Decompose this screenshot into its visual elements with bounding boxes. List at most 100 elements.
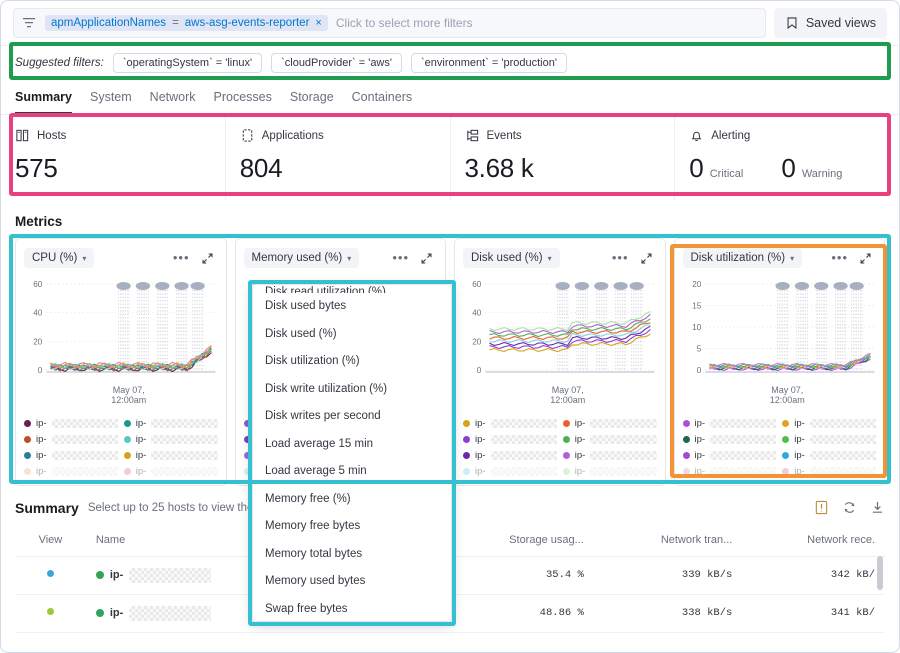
- legend-swatch: [123, 435, 131, 443]
- tab-containers[interactable]: Containers: [352, 80, 412, 114]
- chart-legend-0: ip-ip-ip-ip-ip-ip-ip-ip-: [24, 418, 218, 477]
- alert-icon[interactable]: [814, 500, 829, 515]
- legend-item[interactable]: ip-: [562, 434, 657, 445]
- legend-label: ip-: [794, 449, 805, 461]
- legend-redacted-name: [151, 434, 218, 444]
- tab-system[interactable]: System: [90, 80, 132, 114]
- legend-item[interactable]: ip-: [782, 450, 876, 461]
- metric-select-0[interactable]: CPU (%) ▾: [24, 248, 95, 268]
- legend-item[interactable]: ip-: [682, 433, 777, 445]
- metric-select-1[interactable]: Memory used (%) ▾: [243, 248, 360, 268]
- chart-more-icon[interactable]: •••: [612, 251, 629, 264]
- metric-option-8[interactable]: Memory free bytes: [253, 513, 451, 541]
- metric-option-3[interactable]: Disk write utilization (%): [253, 376, 451, 404]
- metric-select-2[interactable]: Disk used (%) ▾: [463, 248, 560, 268]
- legend-redacted-name: [51, 450, 118, 460]
- legend-swatch: [562, 419, 570, 427]
- metric-option-10[interactable]: Memory used bytes: [253, 568, 451, 596]
- kpi-hosts-label: Hosts: [37, 129, 67, 142]
- legend-item[interactable]: ip-: [562, 450, 657, 461]
- column-storage[interactable]: Storage usag...: [440, 527, 594, 557]
- legend-item[interactable]: ip-: [123, 450, 218, 461]
- metric-option-2[interactable]: Disk utilization (%): [253, 348, 451, 376]
- legend-swatch: [123, 451, 131, 459]
- column-view[interactable]: View: [15, 527, 86, 557]
- legend-item[interactable]: ip-: [562, 418, 657, 429]
- metric-option-11[interactable]: Swap free bytes: [253, 596, 451, 621]
- metric-option-0[interactable]: Disk used bytes: [253, 293, 451, 321]
- expand-icon[interactable]: [859, 252, 872, 265]
- metric-option-9[interactable]: Memory total bytes: [253, 541, 451, 569]
- legend-label: ip-: [694, 433, 706, 445]
- saved-views-button[interactable]: Saved views: [773, 8, 887, 38]
- legend-item[interactable]: ip-: [24, 450, 118, 461]
- metric-option-partial[interactable]: Disk read utilization (%): [253, 285, 451, 293]
- suggested-filter-chip-1[interactable]: `cloudProvider` = 'aws': [271, 53, 402, 73]
- metric-option-1[interactable]: Disk used (%): [253, 321, 451, 349]
- legend-item[interactable]: ip-: [463, 418, 557, 429]
- tab-network[interactable]: Network: [150, 80, 196, 114]
- query-input[interactable]: apmApplicationNames = aws-asg-events-rep…: [13, 8, 766, 38]
- expand-icon[interactable]: [640, 252, 653, 265]
- column-name[interactable]: Name: [85, 527, 222, 557]
- download-icon[interactable]: [870, 500, 885, 515]
- tab-processes[interactable]: Processes: [214, 80, 272, 114]
- legend-item[interactable]: ip-: [782, 466, 876, 477]
- legend-item[interactable]: ip-: [782, 434, 876, 445]
- legend-item[interactable]: ip-: [562, 465, 657, 477]
- expand-icon[interactable]: [201, 252, 214, 265]
- legend-item[interactable]: ip-: [682, 449, 777, 461]
- filter-pill[interactable]: apmApplicationNames = aws-asg-events-rep…: [45, 15, 328, 31]
- legend-item[interactable]: ip-: [682, 466, 777, 477]
- svg-text:60: 60: [472, 280, 482, 289]
- view-dot-icon: [46, 570, 54, 578]
- metric-option-7[interactable]: Memory free (%): [253, 486, 451, 514]
- infrastructure-inventory-app: apmApplicationNames = aws-asg-events-rep…: [0, 0, 900, 653]
- chart-x-axis-label-3: May 07, 12:00am: [769, 385, 805, 406]
- metric-select-dropdown[interactable]: Disk read utilization (%) Disk used bytes…: [252, 284, 452, 622]
- svg-text:0: 0: [38, 366, 43, 375]
- legend-redacted-name: [809, 466, 876, 476]
- row-name-cell[interactable]: ip-: [85, 556, 222, 595]
- legend-item[interactable]: ip-: [24, 466, 118, 477]
- row-name-cell[interactable]: ip-: [85, 594, 222, 633]
- legend-item[interactable]: ip-: [463, 466, 557, 477]
- legend-redacted-name: [490, 466, 557, 476]
- kpi-events-value: 3.68 k: [464, 153, 534, 183]
- expand-icon[interactable]: [420, 252, 433, 265]
- legend-label: ip-: [694, 449, 706, 461]
- column-network-rx[interactable]: Network rece.: [742, 527, 885, 557]
- legend-swatch: [463, 419, 470, 427]
- legend-item[interactable]: ip-: [24, 418, 118, 429]
- chart-more-icon[interactable]: •••: [392, 251, 409, 264]
- row-view-cell[interactable]: [15, 556, 86, 595]
- legend-item[interactable]: ip-: [463, 450, 557, 461]
- metric-option-6[interactable]: Load average 5 min: [253, 458, 451, 486]
- legend-label: ip-: [36, 465, 47, 477]
- tab-summary[interactable]: Summary: [15, 80, 72, 114]
- metric-option-4[interactable]: Disk writes per second: [253, 403, 451, 431]
- tab-storage[interactable]: Storage: [290, 80, 334, 114]
- alert-critical-count: 0: [689, 153, 704, 183]
- legend-item[interactable]: ip-: [123, 466, 218, 477]
- legend-redacted-name: [151, 450, 218, 460]
- legend-label: ip-: [574, 465, 586, 477]
- row-view-cell[interactable]: [15, 594, 86, 633]
- legend-item[interactable]: ip-: [782, 418, 876, 429]
- suggested-filter-chip-0[interactable]: `operatingSystem` = 'linux': [112, 53, 263, 73]
- refresh-icon[interactable]: [842, 500, 857, 515]
- legend-item[interactable]: ip-: [463, 434, 557, 445]
- legend-item[interactable]: ip-: [682, 418, 777, 429]
- metric-select-3[interactable]: Disk utilization (%) ▾: [682, 248, 803, 268]
- suggested-filter-chip-2[interactable]: `environment` = 'production': [410, 53, 567, 73]
- remove-filter-icon[interactable]: ×: [315, 17, 321, 29]
- column-network-tx[interactable]: Network tran...: [593, 527, 743, 557]
- legend-item[interactable]: ip-: [24, 434, 118, 445]
- metric-option-5[interactable]: Load average 15 min: [253, 431, 451, 459]
- legend-item[interactable]: ip-: [123, 418, 218, 429]
- kpi-applications-value: 804: [239, 153, 283, 183]
- chart-more-icon[interactable]: •••: [831, 251, 848, 264]
- table-vertical-scrollbar[interactable]: [877, 555, 883, 590]
- legend-item[interactable]: ip-: [123, 434, 218, 445]
- chart-more-icon[interactable]: •••: [173, 251, 190, 264]
